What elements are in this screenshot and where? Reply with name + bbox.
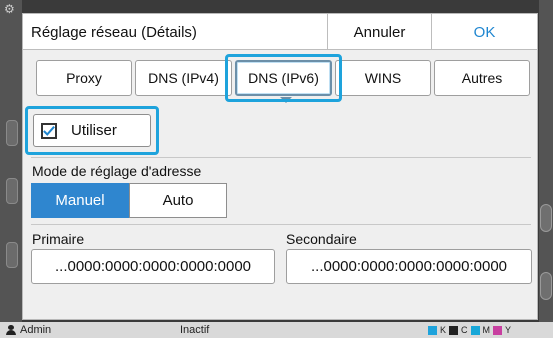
ok-button[interactable]: OK xyxy=(431,14,537,50)
address-mode-label: Mode de réglage d'adresse xyxy=(32,163,202,179)
ink-label-k: K xyxy=(440,325,447,335)
primary-label: Primaire xyxy=(32,231,85,247)
background-scroll-up xyxy=(540,204,552,232)
ink-label-c: C xyxy=(461,325,468,335)
tab-wins[interactable]: WINS xyxy=(335,60,431,96)
ink-swatch-c xyxy=(470,325,480,335)
cancel-button[interactable]: Annuler xyxy=(327,14,431,50)
checkmark-icon xyxy=(43,125,55,136)
ink-swatch-k xyxy=(449,325,459,335)
use-checkbox[interactable]: Utiliser xyxy=(33,114,151,147)
mode-manuel-button[interactable]: Manuel xyxy=(31,183,129,218)
use-checkbox-label: Utiliser xyxy=(71,122,117,139)
tab-autres[interactable]: Autres xyxy=(434,60,530,96)
user-icon xyxy=(6,325,16,335)
dialog-title: Réglage réseau (Détails) xyxy=(31,24,197,41)
ink-label-y: Y xyxy=(505,325,512,335)
ink-label-m: M xyxy=(482,325,491,335)
secondary-label: Secondaire xyxy=(286,231,357,247)
status-bar: Admin Inactif K C M Y xyxy=(0,322,553,338)
status-user-label: Admin xyxy=(20,324,52,336)
dialog-header: Réglage réseau (Détails) Annuler OK xyxy=(23,14,537,50)
background-handle xyxy=(6,120,18,146)
background-scroll-down xyxy=(540,272,552,300)
background-handle xyxy=(6,178,18,204)
tab-selected-pointer xyxy=(280,97,292,103)
background-left-panel xyxy=(0,0,22,338)
divider xyxy=(31,224,531,225)
mode-auto-button[interactable]: Auto xyxy=(129,183,227,218)
tab-proxy[interactable]: Proxy xyxy=(36,60,132,96)
ink-swatch-m xyxy=(493,325,503,335)
ink-indicator xyxy=(428,325,437,335)
background-handle xyxy=(6,242,18,268)
status-state: Inactif xyxy=(180,324,210,336)
network-settings-dialog: Réglage réseau (Détails) Annuler OK Prox… xyxy=(22,13,538,320)
tab-dns-ipv6[interactable]: DNS (IPv6) xyxy=(235,60,332,96)
checkbox-box[interactable] xyxy=(41,122,57,139)
ink-levels: K C M Y xyxy=(428,325,511,335)
secondary-address-field[interactable]: ...0000:0000:0000:0000:0000 xyxy=(286,249,532,284)
divider xyxy=(31,157,531,158)
gear-icon: ⚙ xyxy=(4,2,15,16)
primary-address-field[interactable]: ...0000:0000:0000:0000:0000 xyxy=(31,249,275,284)
tab-dns-ipv4[interactable]: DNS (IPv4) xyxy=(135,60,232,96)
status-user: Admin xyxy=(6,324,51,336)
